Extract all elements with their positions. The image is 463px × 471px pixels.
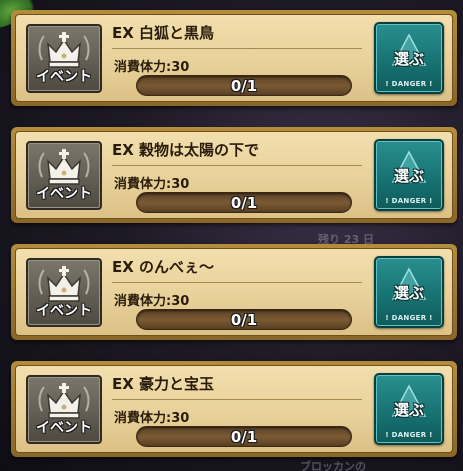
background-text: ブロッカンの: [300, 460, 366, 471]
select-button-label: 選ぶ: [393, 401, 424, 419]
event-badge-label: イベント: [36, 303, 92, 319]
event-badge-label: イベント: [36, 186, 92, 202]
progress-text: 0/1: [230, 77, 258, 95]
event-badge-label: イベント: [36, 69, 92, 85]
quest-card: イベント EX 穀物は太陽の下で 消費体力:30 0/1 選ぶ ! DANGER…: [11, 127, 457, 223]
divider: [112, 282, 362, 283]
event-badge: イベント: [26, 141, 102, 210]
danger-label: ! DANGER !: [385, 314, 433, 322]
danger-label: ! DANGER !: [385, 80, 433, 88]
quest-card-panel: イベント EX 豪力と宝玉 消費体力:30 0/1 選ぶ ! DANGER !: [15, 365, 453, 453]
danger-label: ! DANGER !: [385, 197, 433, 205]
danger-label: ! DANGER !: [385, 431, 433, 439]
quest-card-panel: イベント EX 穀物は太陽の下で 消費体力:30 0/1 選ぶ ! DANGER…: [15, 131, 453, 219]
event-badge-label: イベント: [36, 420, 92, 436]
stamina-cost: 消費体力:30: [114, 411, 190, 426]
quest-title: EX 白狐と黒鳥: [112, 24, 215, 42]
select-button[interactable]: 選ぶ ! DANGER !: [374, 373, 444, 445]
quest-card: イベント EX 豪力と宝玉 消費体力:30 0/1 選ぶ ! DANGER !: [11, 361, 457, 457]
clear-progress-bar: 0/1: [136, 75, 352, 96]
quest-title: EX 穀物は太陽の下で: [112, 141, 260, 159]
select-button-label: 選ぶ: [393, 50, 424, 68]
quest-card: イベント EX 白狐と黒鳥 消費体力:30 0/1 選ぶ ! DANGER !: [11, 10, 457, 106]
select-button[interactable]: 選ぶ ! DANGER !: [374, 256, 444, 328]
event-badge: イベント: [26, 24, 102, 93]
select-button[interactable]: 選ぶ ! DANGER !: [374, 22, 444, 94]
clear-progress-bar: 0/1: [136, 426, 352, 447]
progress-text: 0/1: [230, 194, 258, 212]
quest-title: EX 豪力と宝玉: [112, 375, 215, 393]
clear-progress-bar: 0/1: [136, 309, 352, 330]
divider: [112, 399, 362, 400]
divider: [112, 48, 362, 49]
quest-title: EX のんべぇ～: [112, 258, 215, 276]
quest-card-panel: イベント EX のんべぇ～ 消費体力:30 0/1 選ぶ ! DANGER !: [15, 248, 453, 336]
select-button-label: 選ぶ: [393, 284, 424, 302]
stamina-cost: 消費体力:30: [114, 294, 190, 309]
divider: [112, 165, 362, 166]
stamina-cost: 消費体力:30: [114, 60, 190, 75]
quest-card-panel: イベント EX 白狐と黒鳥 消費体力:30 0/1 選ぶ ! DANGER !: [15, 14, 453, 102]
select-button[interactable]: 選ぶ ! DANGER !: [374, 139, 444, 211]
event-badge: イベント: [26, 375, 102, 444]
quest-card: イベント EX のんべぇ～ 消費体力:30 0/1 選ぶ ! DANGER !: [11, 244, 457, 340]
progress-text: 0/1: [230, 428, 258, 446]
stamina-cost: 消費体力:30: [114, 177, 190, 192]
event-badge: イベント: [26, 258, 102, 327]
clear-progress-bar: 0/1: [136, 192, 352, 213]
progress-text: 0/1: [230, 311, 258, 329]
select-button-label: 選ぶ: [393, 167, 424, 185]
